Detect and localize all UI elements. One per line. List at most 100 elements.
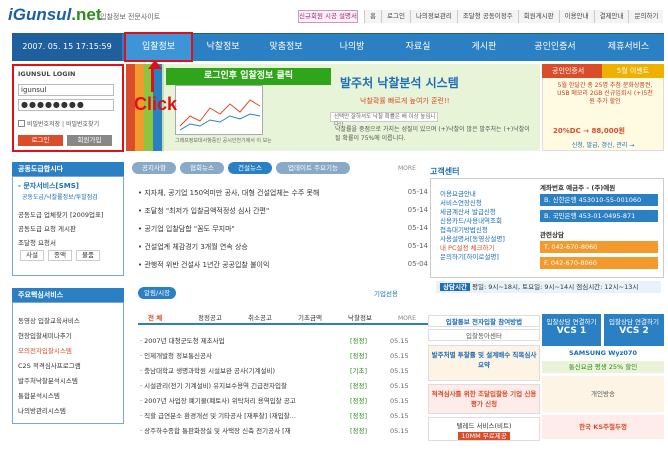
news-row[interactable]: • 조달청 "최저가 입찰금액적정성 심사 간편" 05-14 — [138, 206, 428, 216]
joint-contract-header[interactable]: 공동도급합시다 — [12, 162, 124, 176]
sms-service-sub[interactable]: 공동도급/낙찰률정보/투발점검 — [22, 192, 98, 201]
news-more-button[interactable]: MORE — [398, 165, 416, 172]
customer-link[interactable]: 접속대기방법신청 — [440, 226, 505, 235]
customer-link[interactable]: 내 PC설정 체크하기 — [440, 244, 505, 253]
tab-construction-news[interactable]: 건설뉴스 — [228, 162, 272, 174]
tab-cancel[interactable]: 취소공고 — [248, 312, 272, 325]
list-item[interactable]: · 2007년 대청군도청 제초사업 [정정] 05.15 — [140, 336, 430, 347]
password-input[interactable]: ●●●●●●●● — [18, 99, 114, 111]
login-button[interactable]: 로그인 — [18, 135, 63, 146]
vcs2-button[interactable]: 입찰상담 연결하기 VCS 2 — [604, 314, 664, 346]
logo-main: Gunsul — [12, 5, 72, 24]
customer-links: 이용요금안내 서비스연장신청 세금계산서 발급신청 신용카드/사용내역조회 접속… — [440, 190, 505, 262]
joint-item-1[interactable]: 공동도급 업체찾기 [2009업표] — [18, 209, 104, 219]
customer-link[interactable]: 서비스연장신청 — [440, 199, 505, 208]
news-row[interactable]: • 건설업계 체감경기 3개월 연속 상승 05-14 — [138, 242, 428, 252]
tab-base-price[interactable]: 기초금액 — [298, 312, 322, 325]
bank-title: 계좌번호 예금주 - (주)예원 — [540, 184, 616, 192]
top-link-login[interactable]: 로그인 — [380, 10, 410, 23]
id-input[interactable]: igunsul — [18, 84, 114, 96]
tag-private[interactable]: 사설 — [20, 250, 44, 261]
tab-updates[interactable]: 업데이트 주요기능 — [276, 162, 350, 174]
vcs1-button[interactable]: 입찰상담 연결하기 VCS 1 — [542, 314, 601, 346]
news-row[interactable]: • 공기업 입찰담합 "꼼도 무지마" 05-14 — [138, 224, 428, 234]
corporate-link[interactable]: 기업선용 — [374, 288, 398, 298]
core-service-5[interactable]: 발주처낙찰분석시스템 — [18, 375, 78, 385]
core-service-6[interactable]: 통합분석시스템 — [18, 390, 60, 400]
news-row[interactable]: • 관행적 위반 건설사 1년간 공공입찰 불이익 05-04 — [138, 260, 428, 270]
nav-item-bid-info[interactable]: 입찰정보 — [124, 33, 193, 61]
nav-item-certificate[interactable]: 공인인증서 — [517, 33, 593, 61]
customer-link[interactable]: 신용카드/사용내역조회 — [440, 217, 505, 226]
tab-correction[interactable]: 정정공고 — [198, 312, 222, 325]
tab-all[interactable]: 전 체 — [148, 312, 162, 325]
nav-item-award-info[interactable]: 낙찰정보 — [193, 33, 253, 61]
list-item[interactable]: · 충남대학교 생명과학원 시설보완 공사(기계설비) [기초] 05.15 — [140, 366, 430, 377]
hero-chart-caption: 그래프정보대사항중인 공시인천기에서 이 보는 — [175, 138, 272, 144]
nav-item-board[interactable]: 게시판 — [451, 33, 517, 61]
join-button[interactable]: 회원가입 — [67, 135, 112, 146]
analysis-banner[interactable]: 발주처별 투찰률 및 설계배수 직목심사요약 — [428, 345, 540, 381]
arrow-stem — [151, 68, 154, 92]
top-link-home[interactable]: 홈 — [364, 10, 381, 23]
tab-notice[interactable]: 공지사항 — [132, 162, 176, 174]
nav-datetime: 2007. 05. 15 17:15:59 — [12, 33, 122, 61]
customer-link[interactable]: 세금계산서 발급신청 — [440, 208, 505, 217]
tab-award[interactable]: 낙찰정보 — [348, 312, 372, 325]
core-service-7[interactable]: 나의방관리시스템 — [18, 405, 66, 415]
core-service-1[interactable]: 동영상 입찰교육서비스 — [18, 315, 80, 325]
credit-report-banner[interactable]: 적격심사를 위한 조달입찰용 기업 신용평가 신청 — [428, 384, 540, 414]
top-link-myinfo[interactable]: 나의정보관리 — [409, 10, 457, 23]
nav-item-my-room[interactable]: 나의방 — [319, 33, 385, 61]
hero-search-bar[interactable]: 선택만 잘하셔도 낙찰 확률은 배 이상 높임니다!! — [330, 112, 438, 128]
top-link-board[interactable]: 회원게시판 — [517, 10, 559, 23]
core-service-3[interactable]: 모의전자입찰시스템 — [18, 345, 72, 355]
joint-item-2[interactable]: 공동도급 요청 게시판 — [18, 223, 76, 233]
personal-broadcast-banner[interactable]: 개인방송 — [542, 376, 664, 412]
list-item[interactable]: · 인제개발청 정보통신공사 [정정] 05.15 — [140, 351, 430, 362]
core-services-header: 주요핵심서비스 — [12, 288, 124, 302]
list-item[interactable]: · 직할 급연분소 환경개선 및 기타공사 [재투찰] (재입찰... [정정] 0… — [140, 411, 430, 422]
sms-service-title[interactable]: - 문자서비스[SMS] — [18, 181, 79, 191]
core-service-2[interactable]: 현장입찰세미나추기 — [18, 330, 72, 340]
hero-subtitle: 낙찰확률 빠르게 높여가 훈련!! — [360, 97, 450, 105]
customer-link[interactable]: 이용요금안내 — [440, 190, 505, 199]
alert-market-tab[interactable]: 알림/시장 — [138, 287, 177, 299]
top-link-contact[interactable]: 문의하기 — [628, 10, 664, 23]
tag-goods[interactable]: 물품 — [76, 250, 100, 261]
samsung-banner[interactable]: SAMSUNG Wyz070 — [542, 349, 664, 359]
list-item[interactable]: · 시설관리(전기 기계설비) 유지보수용역 긴급전자입찰 [정정] 05.15 — [140, 381, 430, 392]
logo-subtitle: 입찰정보 전문사이트 — [100, 13, 161, 21]
customer-link[interactable]: 사용설명서[동영상설명] — [440, 235, 505, 244]
top-link-joint[interactable]: 조달청 공동이정주 — [456, 10, 518, 23]
list-item[interactable]: · 2007년 사업장 폐기물(폐토사) 위탁처리 용역입찰 공고 [정정] 05.… — [140, 396, 430, 407]
click-annotation: Click — [134, 94, 178, 114]
list-item[interactable]: · 상주하수종합 통판화장실 및 사택장 신축 전기공사 [재 [정정] 05.15 — [140, 426, 430, 437]
mobile-discount-banner[interactable]: 통신요금 평생 25% 할인 — [542, 361, 664, 373]
core-service-4[interactable]: C2S 적격심사프로그램 — [18, 360, 81, 370]
list-more-button[interactable]: MORE — [398, 312, 416, 325]
customer-link[interactable]: 문의하기[하이로설명] — [440, 253, 505, 262]
nav-item-custom-info[interactable]: 맞춤정보 — [253, 33, 319, 61]
nav-item-partner[interactable]: 제휴서비스 — [593, 33, 664, 61]
save-password-checkbox[interactable] — [18, 120, 25, 127]
e-bid-center-link[interactable]: 입찰동아센터 — [428, 329, 540, 341]
top-links: 홈 로그인 나의정보관리 조달청 공동이정주 회원게시판 이용안내 결제안내 문… — [364, 10, 664, 23]
login-title: IGUNSUL LOGIN — [18, 70, 76, 78]
promo-button[interactable]: 신규회원 시공 설명서 — [298, 10, 358, 23]
find-password-link[interactable]: 비밀번호찾기 — [66, 121, 99, 128]
tab-association-news[interactable]: 협회뉴스 — [180, 162, 224, 174]
top-link-guide[interactable]: 이용안내 — [558, 10, 594, 23]
site-logo[interactable]: iGunsul.net — [8, 5, 102, 25]
hero-description: 낙찰률을 중점으로 가지는 성질이 있으며 (+)낙찰이 많은 발주처는 (+)… — [335, 126, 530, 142]
manhole-banner[interactable]: 한국 KS주철두껑 — [542, 415, 664, 439]
e-bid-guide-link[interactable]: 입찰통보 전자입찰 참여방법 — [428, 315, 540, 327]
category-tabs — [138, 312, 428, 325]
top-link-payment[interactable]: 결제안내 — [593, 10, 629, 23]
tech-banner[interactable]: 텔레드 서비스(비트) 10MM 무료제공 — [428, 417, 540, 441]
nav-item-archive[interactable]: 자료실 — [385, 33, 451, 61]
certificate-ad-footer[interactable]: 신청, 발급, 갱신, 관리 → — [544, 140, 662, 150]
joint-item-3[interactable]: 조달청 요청서 — [18, 237, 56, 247]
tag-general[interactable]: 종액 — [48, 250, 72, 261]
news-row[interactable]: • 지자체, 공기업 150억미만 공사, 대형 건설업체는 수주 못해 05-1… — [138, 188, 428, 198]
